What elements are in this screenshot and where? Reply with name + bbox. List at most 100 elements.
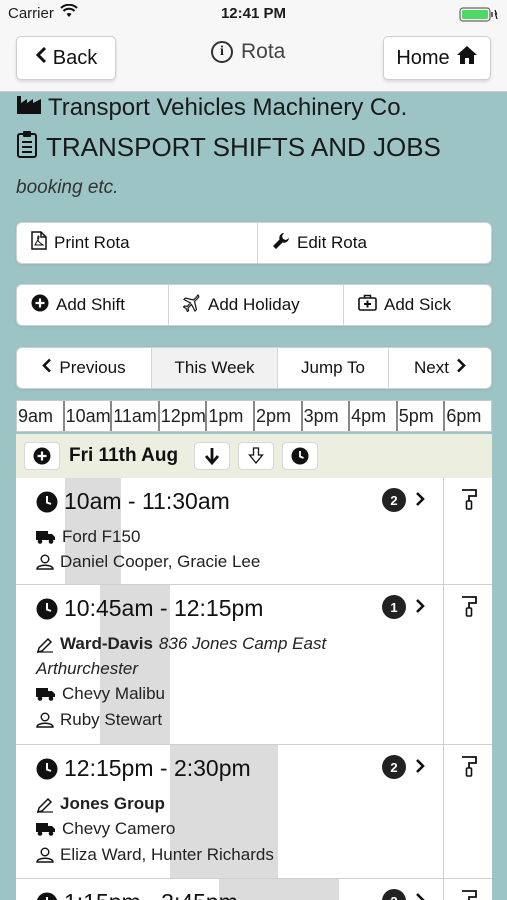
factory-icon: [16, 93, 42, 122]
next-week-button[interactable]: Next: [389, 348, 491, 388]
previous-week-button[interactable]: Previous: [17, 348, 152, 388]
timeline-hour: 3pm: [303, 401, 351, 431]
shift-time-text: 10:45am - 12:15pm: [64, 595, 264, 621]
signature-icon: [36, 637, 53, 653]
card-divider: [443, 478, 444, 584]
this-week-label: This Week: [174, 358, 255, 377]
section-heading: TRANSPORT SHIFTS AND JOBS: [16, 130, 441, 165]
staff-count-badge: 2: [382, 488, 406, 512]
paint-roller-icon[interactable]: [460, 755, 478, 782]
client-address: 836 Jones Camp East: [158, 634, 327, 653]
client-line: Ward-Davis 836 Jones Camp East: [36, 634, 326, 654]
shift-time-text: 1:15pm - 3:45pm: [64, 889, 238, 900]
staff-count-badge: 2: [382, 889, 406, 900]
add-holiday-button[interactable]: Add Holiday: [169, 285, 344, 325]
client-name: Ward-Davis: [60, 634, 153, 653]
shift-list: 10am - 11:30am 2 Ford F150 Daniel Cooper…: [16, 478, 492, 900]
add-actions: Add Shift Add Holiday Add Sick: [16, 284, 492, 326]
user-icon: [36, 847, 54, 863]
company-heading: Transport Vehicles Machinery Co.: [16, 93, 407, 122]
clock-icon: [36, 598, 58, 619]
battery-icon: [459, 7, 499, 22]
previous-label: Previous: [59, 358, 126, 377]
chevron-right-icon[interactable]: [415, 892, 426, 900]
paint-roller-icon[interactable]: [460, 889, 478, 900]
truck-icon: [36, 823, 55, 836]
day-time-button[interactable]: [282, 442, 319, 470]
home-label: Home: [396, 46, 450, 69]
this-week-button[interactable]: This Week: [152, 348, 278, 388]
signature-icon: [36, 797, 53, 813]
paint-roller-icon[interactable]: [460, 488, 478, 515]
home-icon: [456, 45, 478, 71]
company-name: Transport Vehicles Machinery Co.: [48, 93, 408, 121]
section-title: TRANSPORT SHIFTS AND JOBS: [46, 132, 441, 162]
staff-count-badge: 1: [382, 595, 406, 619]
add-shift-button[interactable]: Add Shift: [17, 285, 169, 325]
day-row: Fri 11th Aug: [16, 434, 492, 478]
home-button[interactable]: Home: [383, 36, 491, 80]
client-address-cont: Arthurchester: [36, 659, 139, 678]
paint-roller-icon[interactable]: [460, 595, 478, 622]
timeline-hour: 11am: [112, 401, 160, 431]
download-day-button[interactable]: [238, 442, 275, 470]
timeline-hour: 12pm: [160, 401, 208, 431]
chevron-right-icon[interactable]: [415, 598, 426, 619]
shift-card[interactable]: 12:15pm - 2:30pm 2 Jones Group Chevy Cam…: [16, 745, 492, 879]
staff-names: Ruby Stewart: [60, 710, 163, 729]
plus-circle-icon: [33, 447, 51, 465]
jump-to-label: Jump To: [301, 358, 365, 377]
chevron-right-icon[interactable]: [415, 491, 426, 512]
timeline-hour: 6pm: [446, 406, 482, 426]
pdf-file-icon: [31, 231, 47, 255]
clock-icon: [291, 447, 309, 465]
edit-rota-button[interactable]: Edit Rota: [258, 223, 491, 263]
vehicle-name: Ford F150: [62, 527, 141, 546]
card-divider: [443, 745, 444, 878]
vehicle-line: Ford F150: [36, 527, 140, 547]
status-bar: Carrier 12:41 PM: [0, 0, 507, 28]
vehicle-name: Chevy Malibu: [62, 684, 165, 703]
vehicle-line: Chevy Malibu: [36, 684, 165, 704]
vehicle-name: Chevy Camero: [62, 819, 176, 838]
shift-card[interactable]: 10:45am - 12:15pm 1 Ward-Davis 836 Jones…: [16, 585, 492, 745]
expand-day-button[interactable]: [194, 442, 231, 470]
shift-time: 12:15pm - 2:30pm: [36, 755, 251, 782]
shift-time-text: 12:15pm - 2:30pm: [64, 755, 251, 781]
print-rota-button[interactable]: Print Rota: [17, 223, 258, 263]
add-sick-button[interactable]: Add Sick: [344, 285, 491, 325]
shift-card[interactable]: 1:15pm - 3:45pm 2: [16, 879, 492, 900]
edit-rota-label: Edit Rota: [297, 233, 367, 252]
add-sick-label: Add Sick: [384, 295, 452, 314]
page-title: i Rota: [211, 40, 285, 64]
rota-actions: Print Rota Edit Rota: [16, 222, 492, 264]
shift-time: 10:45am - 12:15pm: [36, 595, 263, 622]
truck-icon: [36, 688, 55, 701]
staff-line: Daniel Cooper, Gracie Lee: [36, 552, 260, 572]
clock-icon: [36, 892, 58, 900]
back-button[interactable]: Back: [16, 36, 116, 80]
client-line: Jones Group: [36, 794, 165, 814]
clock-icon: [36, 491, 58, 512]
staff-line: Ruby Stewart: [36, 710, 162, 730]
medical-kit-icon: [358, 294, 377, 316]
timeline-hour: 10am: [65, 401, 113, 431]
shift-card[interactable]: 10am - 11:30am 2 Ford F150 Daniel Cooper…: [16, 478, 492, 585]
arrow-down-icon: [205, 448, 220, 465]
clock-icon: [36, 758, 58, 779]
status-time: 12:41 PM: [220, 5, 287, 22]
week-navigation: Previous This Week Jump To Next: [16, 347, 492, 389]
nav-bar: Back i Rota Home: [0, 28, 507, 92]
chevron-right-icon: [456, 358, 466, 378]
back-label: Back: [52, 46, 98, 69]
staff-line: Eliza Ward, Hunter Richards: [36, 845, 274, 865]
chevron-right-icon[interactable]: [415, 758, 426, 779]
jump-to-button[interactable]: Jump To: [278, 348, 389, 388]
wrench-icon: [272, 232, 290, 255]
shift-time: 1:15pm - 3:45pm: [36, 889, 238, 900]
shift-time-text: 10am - 11:30am: [64, 488, 230, 514]
info-icon: i: [211, 41, 233, 63]
add-day-shift-button[interactable]: [24, 442, 60, 470]
clipboard-icon: [16, 130, 38, 165]
add-shift-label: Add Shift: [56, 295, 125, 314]
